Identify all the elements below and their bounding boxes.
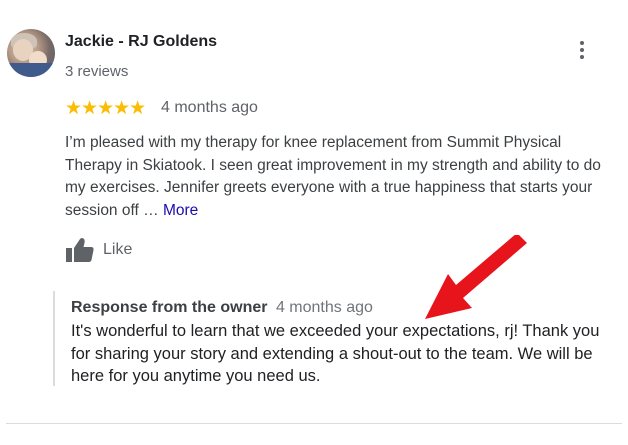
avatar[interactable] — [7, 29, 55, 77]
owner-response-time: 4 months ago — [275, 299, 373, 316]
review-body: I’m pleased with my therapy for knee rep… — [65, 134, 601, 219]
more-vert-icon[interactable] — [574, 38, 590, 62]
more-link[interactable]: More — [163, 202, 198, 219]
thumbs-up-icon — [66, 238, 94, 262]
review-text: I’m pleased with my therapy for knee rep… — [65, 132, 620, 222]
owner-response-text: It's wonderful to learn that we exceeded… — [71, 322, 600, 385]
reviewer-reviews-count: 3 reviews — [65, 63, 129, 80]
like-button[interactable]: Like — [65, 237, 132, 263]
reviewer-name[interactable]: Jackie - RJ Goldens — [65, 33, 217, 51]
like-label: Like — [103, 241, 133, 258]
review-time: 4 months ago — [161, 99, 258, 116]
red-arrow-icon — [425, 235, 527, 319]
divider — [6, 423, 622, 424]
star-rating: ★★★★★ — [65, 98, 146, 119]
owner-response-header: Response from the owner 4 months ago — [71, 299, 373, 317]
owner-response-title: Response from the owner — [71, 299, 268, 316]
